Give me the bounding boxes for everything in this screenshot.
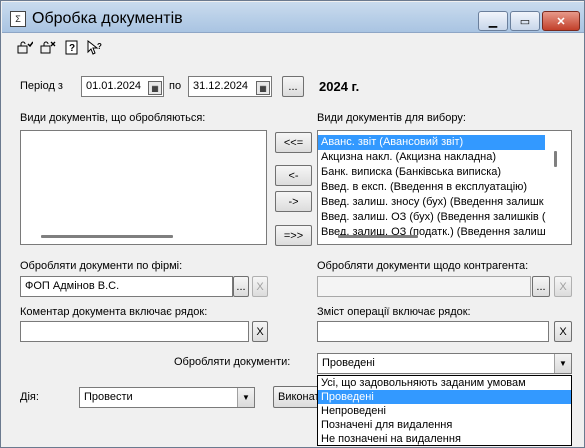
- counterparty-label: Обробляти документи щодо контрагента:: [317, 260, 529, 272]
- counterparty-picker-label: ...: [536, 280, 546, 293]
- remove-all-button[interactable]: =>>: [275, 225, 312, 246]
- add-button[interactable]: <-: [275, 165, 312, 186]
- processing-window: Σ Обробка документів ▁ ▭ ✕ ? ? Період з …: [0, 0, 585, 448]
- counterparty-clear-icon: X: [559, 280, 567, 293]
- operation-clear-button[interactable]: X: [554, 321, 572, 342]
- period-to-label: по: [169, 80, 182, 92]
- date-from-calendar-icon[interactable]: ▦: [148, 81, 162, 95]
- remove-all-label: =>>: [283, 229, 304, 242]
- available-types-hscroll[interactable]: [338, 235, 418, 238]
- execute-label: Виконат: [278, 391, 320, 403]
- list-item[interactable]: Введ. залиш. зносу (бух) (Введення залиш…: [318, 195, 571, 210]
- dropdown-option[interactable]: Не позначені на видалення: [318, 432, 571, 446]
- remove-label: ->: [288, 195, 299, 208]
- maximize-icon: ▭: [519, 15, 531, 28]
- period-from-label: Період з: [20, 80, 63, 92]
- list-item[interactable]: Акцизна накл. (Акцизна накладна): [318, 150, 571, 165]
- app-icon: Σ: [10, 11, 26, 27]
- remove-button[interactable]: ->: [275, 191, 312, 212]
- comment-field[interactable]: [20, 321, 249, 342]
- operation-clear-icon: X: [559, 325, 567, 338]
- period-picker-label: ...: [288, 80, 298, 93]
- context-help-icon[interactable]: ?: [86, 39, 103, 56]
- list-item[interactable]: Аванс. звіт (Авансовий звіт): [318, 135, 545, 150]
- minimize-button[interactable]: ▁: [478, 11, 508, 31]
- add-all-label: <<=: [283, 136, 304, 149]
- available-types-vscroll[interactable]: [554, 151, 557, 167]
- processed-types-list[interactable]: [20, 130, 267, 245]
- process-filter-select[interactable]: Проведені ▼: [317, 353, 572, 374]
- dropdown-option[interactable]: Усі, що задовольняють заданим умовам: [318, 376, 571, 390]
- svg-text:?: ?: [97, 42, 102, 51]
- deselect-all-icon[interactable]: [39, 39, 56, 56]
- counterparty-clear-button[interactable]: X: [554, 276, 572, 297]
- dropdown-option[interactable]: Проведені: [318, 390, 571, 404]
- firm-label: Обробляти документи по фірмі:: [20, 260, 183, 272]
- process-filter-label: Обробляти документи:: [174, 356, 291, 368]
- minimize-icon: ▁: [488, 15, 498, 28]
- dropdown-option[interactable]: Непроведені: [318, 404, 571, 418]
- close-icon: ✕: [556, 15, 566, 28]
- processed-types-label: Види документів, що обробляються:: [20, 112, 206, 124]
- period-picker-button[interactable]: ...: [282, 76, 304, 97]
- window-title: Обробка документів: [32, 10, 183, 27]
- date-to-value: 31.12.2024: [193, 80, 249, 92]
- action-value: Провести: [84, 391, 133, 403]
- firm-picker-button[interactable]: ...: [233, 276, 249, 297]
- firm-clear-icon: X: [256, 280, 264, 293]
- firm-value: ФОП Адмінов В.С.: [25, 280, 120, 292]
- firm-picker-label: ...: [236, 280, 246, 293]
- date-from-value: 01.01.2024: [86, 80, 142, 92]
- chevron-down-icon[interactable]: ▼: [237, 388, 254, 407]
- list-item[interactable]: Введ. в експ. (Введення в експлуатацію): [318, 180, 571, 195]
- firm-clear-button[interactable]: X: [252, 276, 268, 297]
- available-types-label: Види документів для вибору:: [317, 112, 466, 124]
- help-icon[interactable]: ?: [63, 39, 80, 56]
- comment-clear-button[interactable]: X: [252, 321, 268, 342]
- date-to-calendar-icon[interactable]: ▦: [256, 81, 270, 95]
- svg-text:?: ?: [69, 43, 75, 54]
- action-select[interactable]: Провести ▼: [79, 387, 255, 408]
- processed-types-hscroll[interactable]: [41, 235, 173, 238]
- select-all-icon[interactable]: [16, 39, 33, 56]
- title-bar[interactable]: Σ Обробка документів ▁ ▭ ✕: [2, 2, 584, 33]
- firm-field[interactable]: ФОП Адмінов В.С.: [20, 276, 233, 297]
- comment-label: Коментар документа включає рядок:: [20, 306, 208, 318]
- counterparty-field[interactable]: [317, 276, 531, 297]
- list-item[interactable]: Введ. залиш. ОЗ (бух) (Введення залишків…: [318, 210, 571, 225]
- process-filter-value: Проведені: [322, 357, 375, 369]
- action-label: Дія:: [20, 391, 39, 403]
- add-all-button[interactable]: <<=: [275, 132, 312, 153]
- comment-clear-icon: X: [256, 325, 264, 338]
- add-label: <-: [288, 169, 299, 182]
- list-item[interactable]: Банк. виписка (Банківська виписка): [318, 165, 571, 180]
- chevron-down-icon[interactable]: ▼: [554, 354, 571, 373]
- available-types-list[interactable]: Аванс. звіт (Авансовий звіт) Акцизна нак…: [317, 130, 572, 245]
- maximize-button[interactable]: ▭: [510, 11, 540, 31]
- close-button[interactable]: ✕: [542, 11, 580, 31]
- process-filter-dropdown[interactable]: Усі, що задовольняють заданим умовам Про…: [317, 375, 572, 446]
- operation-label: Зміст операції включає рядок:: [317, 306, 471, 318]
- year-display: 2024 г.: [319, 79, 360, 94]
- dropdown-option[interactable]: Позначені для видалення: [318, 418, 571, 432]
- counterparty-picker-button[interactable]: ...: [532, 276, 550, 297]
- operation-field[interactable]: [317, 321, 549, 342]
